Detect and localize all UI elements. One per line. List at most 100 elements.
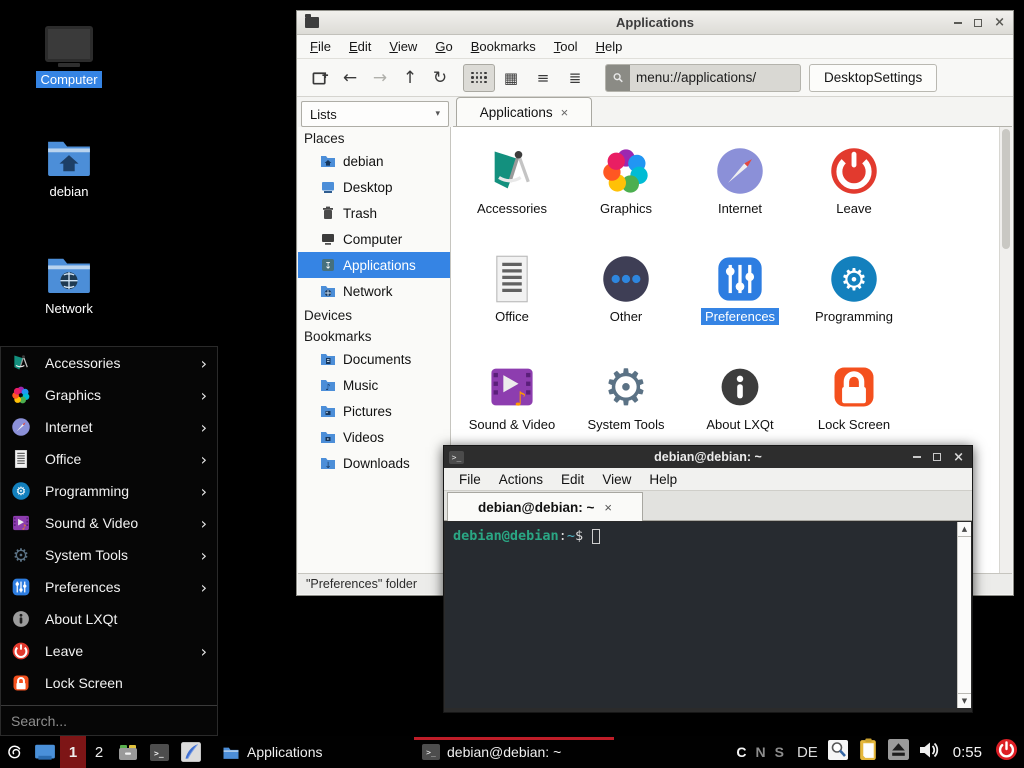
sidebar-item-documents[interactable]: Documents (298, 346, 450, 372)
task-button-terminal[interactable]: >_ debian@debian: ~ (414, 736, 614, 768)
grid-item-other[interactable]: Other (569, 253, 683, 325)
grid-item-sound-video[interactable]: ♪ Sound & Video (455, 361, 569, 433)
terminal-tab[interactable]: debian@debian: ~ × (447, 492, 643, 521)
menu-view[interactable]: View (380, 36, 426, 57)
clock[interactable]: 0:55 (953, 744, 982, 761)
menu-item-preferences[interactable]: Preferences › (1, 571, 217, 603)
grid-item-preferences[interactable]: Preferences (683, 253, 797, 325)
quicklaunch-terminal[interactable]: >_ (144, 736, 174, 768)
menu-item-office[interactable]: Office › (1, 443, 217, 475)
menu-search-input[interactable] (11, 713, 207, 729)
menu-edit[interactable]: Edit (340, 36, 380, 57)
grid-item-graphics[interactable]: Graphics (569, 145, 683, 217)
quicklaunch-file-manager[interactable] (112, 736, 144, 768)
tab-applications[interactable]: Applications × (456, 97, 592, 126)
menu-item-leave[interactable]: Leave › (1, 635, 217, 667)
menu-view[interactable]: View (593, 470, 640, 489)
lists-combobox[interactable]: Lists ▾ (301, 101, 449, 127)
grid-item-leave[interactable]: Leave (797, 145, 911, 217)
menu-item-sound-video[interactable]: ♪ Sound & Video › (1, 507, 217, 539)
volume-tray-icon[interactable] (918, 740, 940, 765)
sidebar-item-music[interactable]: ♪ Music (298, 372, 450, 398)
svg-text:↧: ↧ (324, 262, 332, 272)
sidebar-item-videos[interactable]: Videos (298, 424, 450, 450)
scroll-up-icon[interactable]: ▲ (958, 522, 971, 537)
menu-item-lock-screen[interactable]: Lock Screen (1, 667, 217, 699)
workspace-1-button[interactable]: 1 (60, 736, 86, 768)
screenshot-tray-icon[interactable] (827, 739, 849, 766)
address-bar[interactable]: menu://applications/ (605, 64, 801, 92)
sidebar-item-pictures[interactable]: Pictures (298, 398, 450, 424)
capslock-indicator[interactable]: C (736, 744, 746, 760)
removable-media-tray-icon[interactable] (888, 739, 909, 765)
fm-titlebar[interactable]: Applications × (297, 11, 1013, 35)
icon-view-button[interactable] (463, 64, 495, 92)
terminal-titlebar[interactable]: >_ debian@debian: ~ × (444, 446, 972, 468)
new-tab-button[interactable] (305, 64, 335, 92)
leave-power-button[interactable] (995, 738, 1018, 766)
desktop-icon-computer[interactable]: Computer (19, 26, 119, 88)
show-desktop-button[interactable] (30, 736, 60, 768)
grid-item-lock-screen[interactable]: Lock Screen (797, 361, 911, 433)
sidebar-item-computer[interactable]: Computer (298, 226, 450, 252)
office-icon (486, 253, 538, 305)
desktop-icon-debian[interactable]: debian (19, 138, 119, 200)
grid-item-programming[interactable]: ⚙ Programming (797, 253, 911, 325)
thumbnail-view-button[interactable]: ▦ (495, 64, 527, 92)
menu-help[interactable]: Help (640, 470, 686, 489)
menu-item-label: Programming (45, 483, 201, 499)
menu-item-programming[interactable]: ⚙ Programming › (1, 475, 217, 507)
fm-vertical-scrollbar[interactable] (999, 127, 1012, 573)
refresh-button[interactable]: ↻ (425, 64, 455, 92)
sidebar-item-applications[interactable]: ↧ Applications (298, 252, 450, 278)
tab-close-icon[interactable]: × (561, 105, 569, 120)
sidebar-item-downloads[interactable]: ↓ Downloads (298, 450, 450, 476)
fm-toolbar: ← → ↑ ↻ ▦ ≡ ≣ menu://applications/ Deskt… (297, 59, 1013, 97)
grid-item-accessories[interactable]: Accessories (455, 145, 569, 217)
keyboard-layout-indicator[interactable]: DE (797, 744, 818, 761)
forward-button[interactable]: → (365, 64, 395, 92)
menu-help[interactable]: Help (587, 36, 632, 57)
submenu-arrow-icon: › (201, 546, 207, 565)
desktop-settings-button[interactable]: DesktopSettings (809, 64, 937, 92)
quicklaunch-featherpad[interactable] (174, 736, 208, 768)
desktop-icon-label: Network (41, 300, 97, 317)
menu-file[interactable]: File (450, 470, 490, 489)
menu-item-about-lxqt[interactable]: About LXQt (1, 603, 217, 635)
scrollbar-handle[interactable] (1002, 129, 1010, 249)
sidebar-item-debian[interactable]: debian (298, 148, 450, 174)
grid-item-office[interactable]: Office (455, 253, 569, 325)
grid-item-system-tools[interactable]: ⚙ System Tools (569, 361, 683, 433)
sidebar-item-network[interactable]: Network (298, 278, 450, 304)
workspace-2-button[interactable]: 2 (86, 736, 112, 768)
clipboard-tray-icon[interactable] (858, 738, 879, 766)
detailed-view-button[interactable]: ≣ (559, 64, 591, 92)
menu-item-internet[interactable]: Internet › (1, 411, 217, 443)
menu-edit[interactable]: Edit (552, 470, 593, 489)
numlock-indicator[interactable]: N (755, 744, 765, 760)
sidebar-item-trash[interactable]: Trash (298, 200, 450, 226)
back-button[interactable]: ← (335, 64, 365, 92)
menu-actions[interactable]: Actions (490, 470, 552, 489)
compact-view-button[interactable]: ≡ (527, 64, 559, 92)
scrolllock-indicator[interactable]: S (775, 744, 784, 760)
menu-item-graphics[interactable]: Graphics › (1, 379, 217, 411)
menu-item-accessories[interactable]: Accessories › (1, 347, 217, 379)
main-menu-button[interactable] (0, 736, 30, 768)
up-button[interactable]: ↑ (395, 64, 425, 92)
desktop-icon-network[interactable]: Network (19, 255, 119, 317)
terminal-output[interactable]: debian@debian:~$ (445, 522, 957, 708)
menu-go[interactable]: Go (426, 36, 461, 57)
menu-file[interactable]: File (301, 36, 340, 57)
menu-bookmarks[interactable]: Bookmarks (462, 36, 545, 57)
scroll-down-icon[interactable]: ▼ (958, 693, 971, 708)
sidebar-item-desktop[interactable]: Desktop (298, 174, 450, 200)
terminal-scrollbar[interactable]: ▲ ▼ (957, 522, 971, 708)
tab-close-icon[interactable]: × (604, 500, 612, 515)
task-button-applications[interactable]: Applications (214, 736, 414, 768)
menu-tool[interactable]: Tool (545, 36, 587, 57)
grid-item-internet[interactable]: Internet (683, 145, 797, 217)
network-folder-icon (46, 255, 92, 293)
menu-item-system-tools[interactable]: ⚙ System Tools › (1, 539, 217, 571)
grid-item-about-lxqt[interactable]: About LXQt (683, 361, 797, 433)
